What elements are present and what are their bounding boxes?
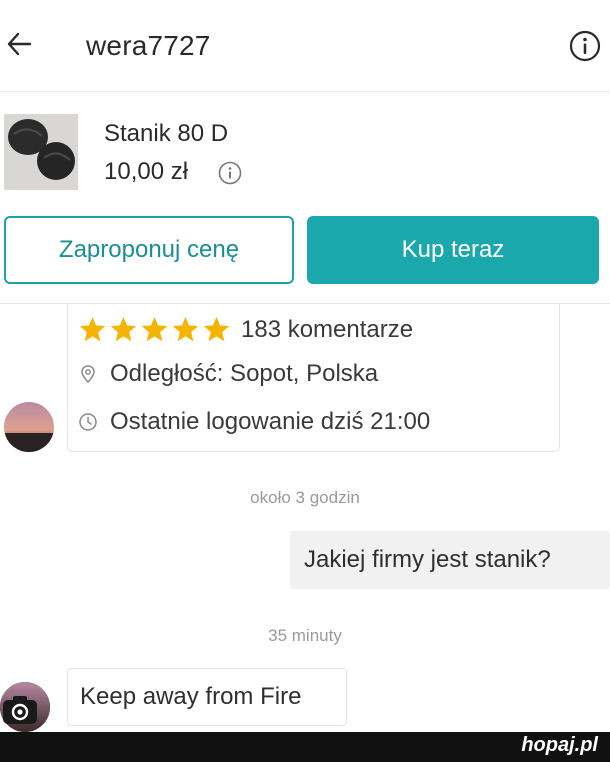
seller-location: Odległość: Sopot, Polska	[110, 360, 379, 387]
item-price: 10,00 zł	[104, 158, 189, 185]
clock-icon	[79, 413, 97, 431]
rating-stars	[78, 315, 231, 345]
star-icon	[172, 316, 199, 342]
message-timestamp: około 3 godzin	[250, 488, 360, 507]
star-icon	[141, 316, 168, 342]
message-timestamp: 35 minuty	[268, 626, 342, 645]
price-info-icon[interactable]	[218, 161, 242, 185]
header: wera7727	[0, 0, 610, 92]
watermark-bar	[0, 732, 610, 762]
make-offer-button[interactable]: Zaproponuj cenę	[4, 216, 294, 284]
back-arrow-icon[interactable]	[6, 30, 32, 58]
conversation-username[interactable]: wera7727	[86, 30, 211, 62]
star-icon	[203, 316, 230, 342]
star-icon	[110, 316, 137, 342]
info-icon[interactable]	[569, 30, 601, 62]
star-icon	[79, 316, 106, 342]
camera-icon[interactable]	[0, 690, 40, 730]
location-pin-icon	[81, 365, 95, 384]
review-count[interactable]: 183 komentarze	[241, 316, 413, 344]
seller-last-login: Ostatnie logowanie dziś 21:00	[110, 408, 431, 435]
watermark-text: hopaj.pl	[521, 734, 598, 756]
buy-now-button[interactable]: Kup teraz	[307, 216, 599, 284]
item-title[interactable]: Stanik 80 D	[104, 120, 228, 148]
incoming-message-bubble[interactable]: Keep away from Fire	[67, 668, 347, 726]
outgoing-message-bubble[interactable]: Jakiej firmy jest stanik?	[290, 531, 610, 589]
item-thumbnail[interactable]	[4, 114, 78, 190]
seller-avatar[interactable]	[4, 402, 54, 452]
chat-screen: wera7727 Stanik 80 D 10,00 zł Zaproponuj…	[0, 0, 610, 762]
